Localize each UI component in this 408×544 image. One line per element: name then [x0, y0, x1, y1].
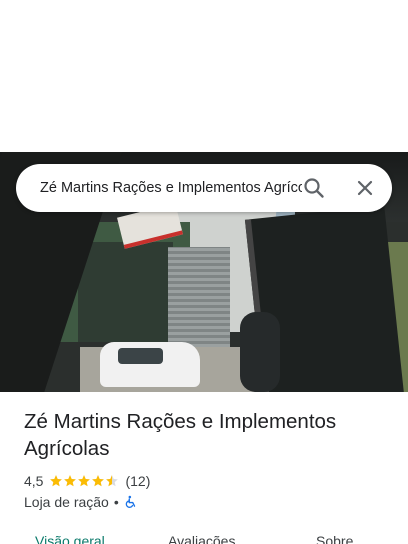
- close-icon[interactable]: [353, 176, 377, 200]
- place-tabs: Visão geral Avaliações Sobre: [0, 528, 408, 544]
- star-icon: [64, 475, 77, 487]
- tab-about[interactable]: Sobre: [316, 533, 353, 544]
- reviews-count[interactable]: (12): [125, 473, 150, 489]
- place-category[interactable]: Loja de ração: [24, 494, 109, 510]
- separator-dot: •: [113, 494, 119, 510]
- star-rating: [49, 474, 119, 488]
- tab-reviews[interactable]: Avaliações: [168, 533, 235, 544]
- rating-row[interactable]: 4,5 (12): [24, 471, 150, 491]
- map-top-area: [0, 0, 408, 152]
- search-input[interactable]: Zé Martins Rações e Implementos Agrícola…: [40, 164, 302, 212]
- wheelchair-icon: [124, 495, 138, 509]
- rating-value: 4,5: [24, 473, 44, 489]
- search-icon[interactable]: [302, 176, 326, 200]
- category-row: Loja de ração •: [24, 492, 138, 512]
- star-icon: [50, 475, 63, 487]
- tab-overview[interactable]: Visão geral: [35, 533, 105, 544]
- star-icon: [92, 475, 105, 487]
- star-icon: [106, 475, 119, 487]
- star-icon: [78, 475, 91, 487]
- search-bar[interactable]: Zé Martins Rações e Implementos Agrícola…: [16, 164, 392, 212]
- place-title: Zé Martins Rações e Implementos Agrícola…: [24, 410, 337, 460]
